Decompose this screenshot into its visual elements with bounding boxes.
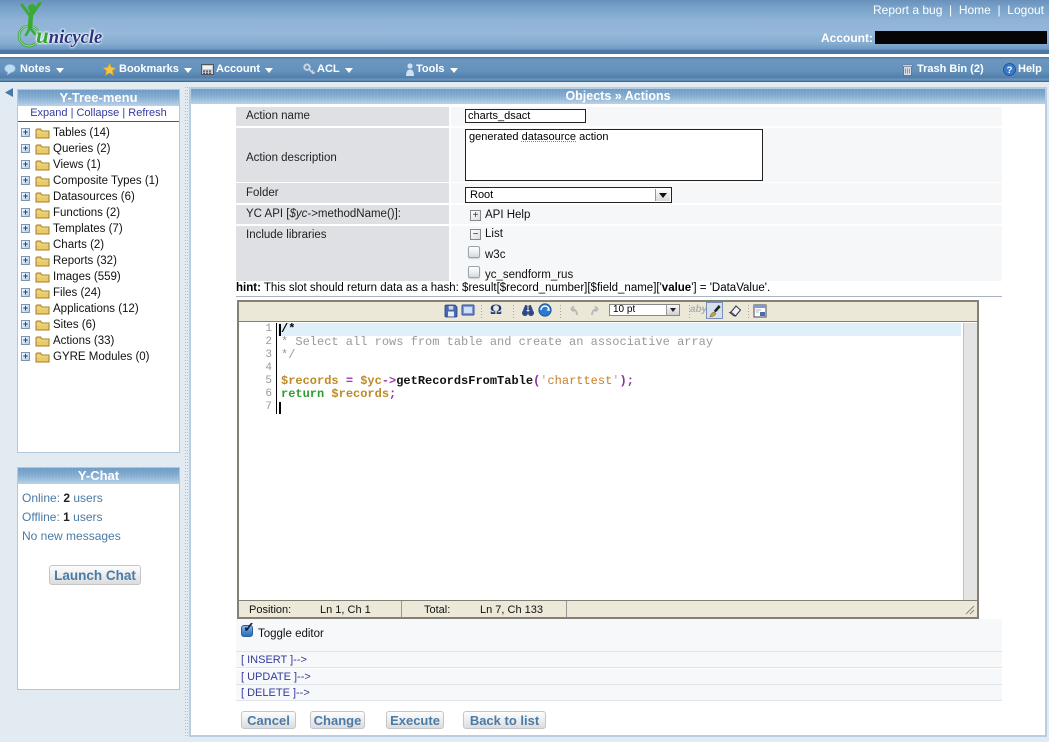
svg-text:?: ? (1007, 65, 1013, 76)
